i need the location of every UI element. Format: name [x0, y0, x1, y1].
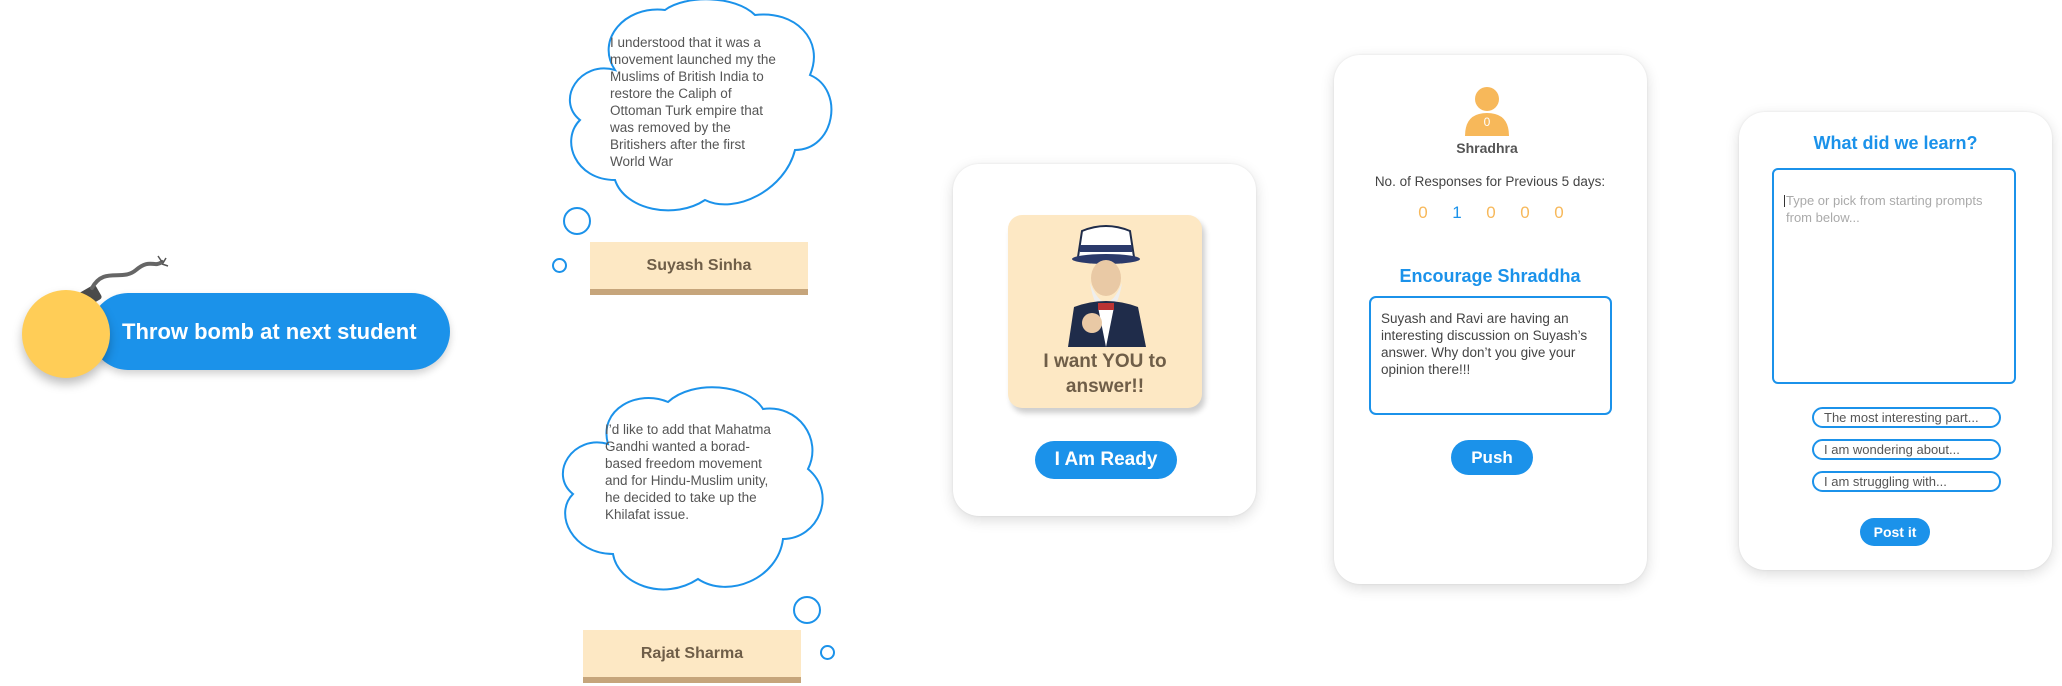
- uncle-sam-illustration: [1068, 225, 1146, 347]
- prompt-chip-label: The most interesting part...: [1824, 410, 1979, 425]
- response-count: 0: [1520, 203, 1530, 222]
- avatar-badge: 0: [1483, 115, 1491, 129]
- encourage-message: Suyash and Ravi are having an interestin…: [1381, 311, 1588, 377]
- prompt-chip-label: I am wondering about...: [1824, 442, 1960, 457]
- poster-text: I want YOU to answer!!: [1043, 351, 1167, 397]
- push-label: Push: [1471, 447, 1513, 467]
- author-name: Rajat Sharma: [640, 644, 744, 662]
- learn-input-placeholder: Type or pick from starting prompts from …: [1786, 193, 1983, 225]
- bomb-icon: [22, 290, 110, 378]
- i-am-ready-button[interactable]: I Am Ready: [1035, 441, 1177, 479]
- response-count: 0: [1486, 203, 1496, 222]
- learn-input[interactable]: Type or pick from starting prompts from …: [1772, 168, 2016, 384]
- push-button[interactable]: Push: [1451, 440, 1533, 475]
- thought-bubble-dot: [552, 258, 567, 273]
- encourage-message-field[interactable]: Suyash and Ravi are having an interestin…: [1369, 296, 1612, 415]
- author-tag: Rajat Sharma: [583, 630, 801, 677]
- learn-title: What did we learn?: [1813, 133, 1978, 153]
- post-it-button[interactable]: Post it: [1860, 518, 1930, 546]
- thought-text: I understood that it was a movement laun…: [610, 35, 776, 169]
- author-tag: Suyash Sinha: [590, 242, 808, 289]
- responses-label: No. of Responses for Previous 5 days:: [1374, 174, 1606, 189]
- encourage-title: Encourage Shraddha: [1399, 266, 1581, 286]
- student-name: Shradhra: [1456, 140, 1518, 156]
- response-counts: 0 1 0 0 0: [1406, 203, 1576, 223]
- thought-bubble-dot: [563, 207, 591, 235]
- response-count: 1: [1452, 203, 1462, 222]
- prompt-chip[interactable]: The most interesting part...: [1812, 407, 2001, 428]
- poster: I want YOU to answer!!: [1008, 215, 1202, 408]
- prompt-chip[interactable]: I am struggling with...: [1812, 471, 2001, 492]
- author-name: Suyash Sinha: [646, 256, 752, 274]
- thought-bubble-dot: [820, 645, 835, 660]
- prompt-chip-label: I am struggling with...: [1824, 474, 1947, 489]
- post-it-label: Post it: [1873, 524, 1917, 540]
- i-am-ready-label: I Am Ready: [1054, 449, 1158, 470]
- prompt-chip[interactable]: I am wondering about...: [1812, 439, 2001, 460]
- throw-bomb-label: Throw bomb at next student: [122, 318, 417, 344]
- thought-text: I’d like to add that Mahatma Gandhi want…: [605, 422, 771, 522]
- thought-bubble-dot: [793, 596, 821, 624]
- text-cursor: [1784, 195, 1785, 207]
- response-count: 0: [1554, 203, 1564, 222]
- response-count: 0: [1418, 203, 1428, 222]
